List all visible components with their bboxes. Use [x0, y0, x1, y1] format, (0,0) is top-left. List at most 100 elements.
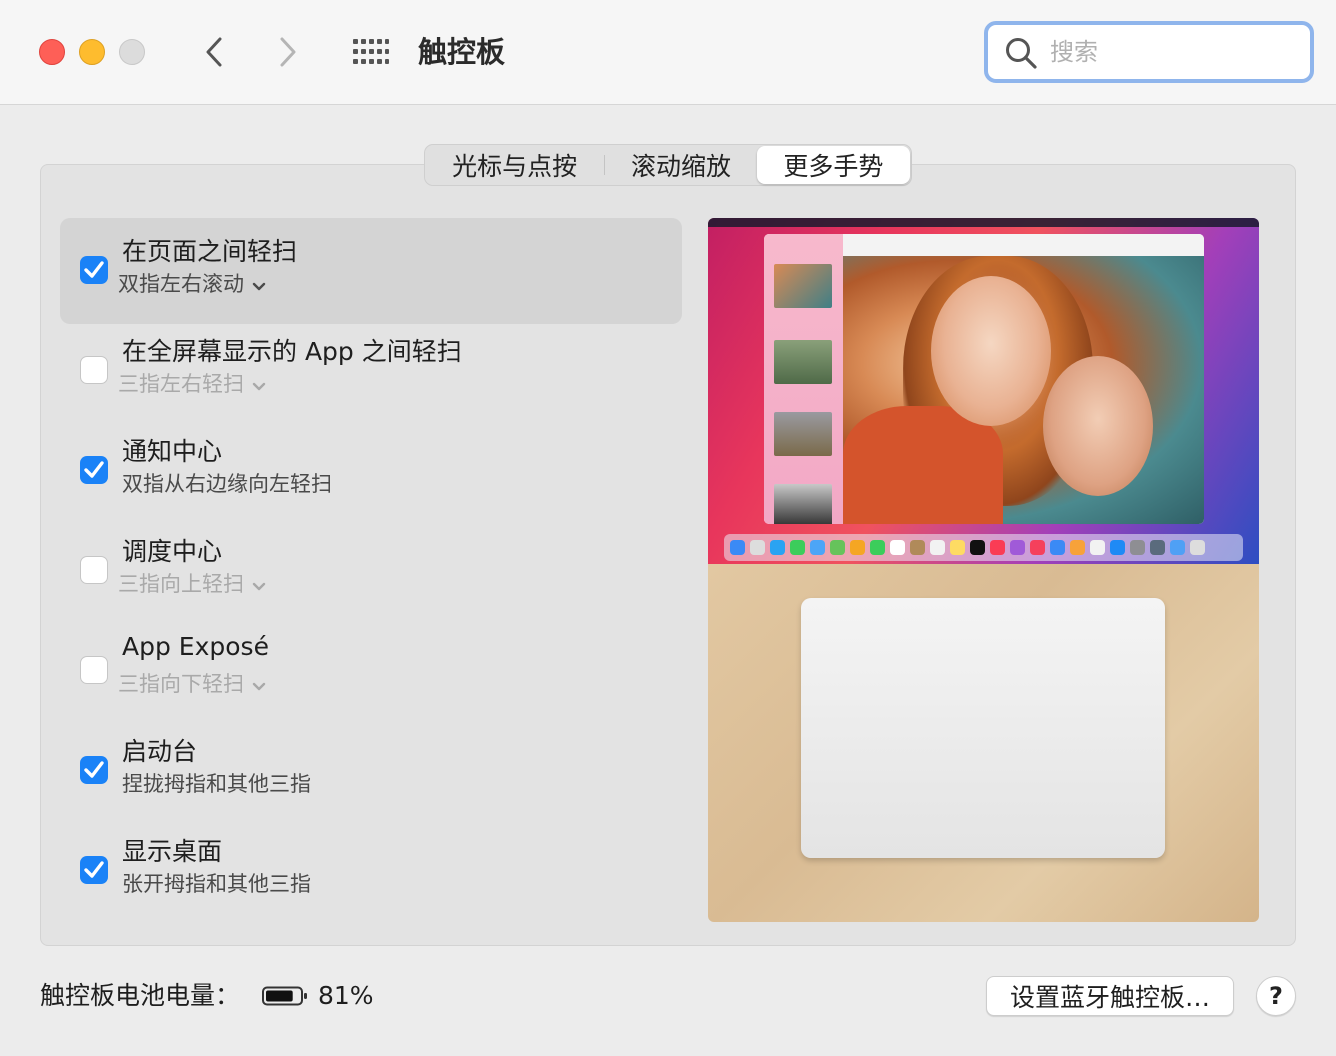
window-title: 触控板 [418, 35, 506, 69]
gesture-menu[interactable]: 三指左右轻扫 [118, 368, 266, 398]
battery-percent: 81% [318, 981, 374, 1010]
preview-thumbnail [774, 264, 832, 308]
gesture-menu[interactable]: 三指向下轻扫 [118, 668, 266, 698]
show-all-button[interactable] [350, 36, 390, 68]
dock-icon [1110, 540, 1125, 555]
tab-scroll-zoom[interactable]: 滚动缩放 [605, 145, 756, 185]
back-arrow-icon [206, 37, 222, 67]
option-title: 在页面之间轻扫 [122, 237, 298, 266]
dock-icon [830, 540, 845, 555]
dock-icon [850, 540, 865, 555]
trackpad-illustration [801, 598, 1165, 858]
tab-point-click[interactable]: 光标与点按 [425, 145, 604, 185]
option-swipe-between-apps[interactable]: 在全屏幕显示的 App 之间轻扫 三指左右轻扫 [60, 318, 682, 424]
preview-photo [843, 256, 1204, 524]
search-icon [1006, 38, 1037, 69]
dock-icon [1090, 540, 1105, 555]
minimize-window-button[interactable] [79, 39, 105, 65]
setup-bluetooth-trackpad-button[interactable]: 设置蓝牙触控板… [986, 976, 1234, 1016]
option-mission-control[interactable]: 调度中心 三指向上轻扫 [60, 518, 682, 624]
battery-label: 触控板电池电量： [40, 981, 241, 1010]
app-expose-checkbox[interactable] [80, 656, 108, 684]
search-field[interactable] [984, 21, 1314, 83]
option-title: 启动台 [122, 737, 198, 766]
dock-icon [770, 540, 785, 555]
dock-icon [1070, 540, 1085, 555]
dock-icon [1010, 540, 1025, 555]
dock-icon [1050, 540, 1065, 555]
swipe-between-apps-checkbox[interactable] [80, 356, 108, 384]
chevron-down-icon [252, 573, 266, 597]
notification-center-checkbox[interactable] [80, 456, 108, 484]
option-title: 调度中心 [122, 537, 223, 566]
dock-icon [750, 540, 765, 555]
gesture-menu-value: 双指左右滚动 [118, 272, 244, 296]
option-swipe-between-pages[interactable]: 在页面之间轻扫 双指左右滚动 [60, 218, 682, 324]
forward-arrow-icon [280, 37, 296, 67]
chevron-down-icon [252, 273, 266, 297]
help-button[interactable]: ? [1256, 976, 1296, 1016]
photo-detail [1043, 356, 1153, 496]
back-button[interactable] [196, 34, 232, 70]
mission-control-checkbox[interactable] [80, 556, 108, 584]
dock-icon [930, 540, 945, 555]
preview-desk [708, 564, 1259, 922]
preview-thumbnail [774, 412, 832, 456]
tab-more-gestures[interactable]: 更多手势 [756, 146, 911, 184]
battery-icon [262, 986, 307, 1006]
gesture-menu[interactable]: 双指左右滚动 [118, 268, 266, 298]
chevron-down-icon [252, 673, 266, 697]
option-launchpad[interactable]: 启动台 捏拢拇指和其他三指 [60, 718, 682, 824]
swipe-between-pages-checkbox[interactable] [80, 256, 108, 284]
option-app-expose[interactable]: App Exposé 三指向下轻扫 [60, 618, 682, 724]
dock-icon [790, 540, 805, 555]
option-description: 张开拇指和其他三指 [122, 872, 311, 896]
preview-thumbnail [774, 340, 832, 384]
option-description: 双指从右边缘向左轻扫 [122, 472, 332, 496]
dock-icon [1150, 540, 1165, 555]
gesture-menu[interactable]: 三指向上轻扫 [118, 568, 266, 598]
chevron-down-icon [252, 373, 266, 397]
preview-toolbar [843, 234, 1204, 257]
preview-sidebar [764, 234, 843, 524]
preview-screen [708, 218, 1259, 564]
dock-icon [950, 540, 965, 555]
system-preferences-window: 触控板 光标与点按 滚动缩放 更多手势 在页面之间轻扫 双指左右滚动 在全屏幕显… [0, 0, 1336, 1056]
tab-bar: 光标与点按 滚动缩放 更多手势 [424, 144, 912, 186]
preview-menu-bar [708, 218, 1259, 227]
title-bar: 触控板 [0, 0, 1336, 105]
dock-icon [1190, 540, 1205, 555]
zoom-window-button[interactable] [119, 39, 145, 65]
option-title: App Exposé [122, 632, 269, 661]
gesture-menu-value: 三指向上轻扫 [118, 572, 244, 596]
dock-icon [810, 540, 825, 555]
search-input[interactable] [1048, 31, 1302, 73]
dock-icon [1170, 540, 1185, 555]
option-title: 在全屏幕显示的 App 之间轻扫 [122, 337, 462, 366]
close-window-button[interactable] [39, 39, 65, 65]
preview-dock [724, 534, 1243, 561]
checkbox-check-icon [84, 761, 104, 778]
preview-thumbnail [774, 484, 832, 524]
option-notification-center[interactable]: 通知中心 双指从右边缘向左轻扫 [60, 418, 682, 524]
option-title: 显示桌面 [122, 837, 223, 866]
launchpad-checkbox[interactable] [80, 756, 108, 784]
option-title: 通知中心 [122, 437, 223, 466]
forward-button[interactable] [270, 34, 306, 70]
option-description: 捏拢拇指和其他三指 [122, 772, 311, 796]
preview-window [764, 234, 1204, 524]
dock-icon [1030, 540, 1045, 555]
dock-icon [990, 540, 1005, 555]
option-show-desktop[interactable]: 显示桌面 张开拇指和其他三指 [60, 818, 682, 924]
show-desktop-checkbox[interactable] [80, 856, 108, 884]
dock-icon [890, 540, 905, 555]
dock-icon [970, 540, 985, 555]
photo-detail [931, 276, 1051, 426]
dock-icon [910, 540, 925, 555]
checkbox-check-icon [84, 261, 104, 278]
gesture-menu-value: 三指左右轻扫 [118, 372, 244, 396]
dock-icon [730, 540, 745, 555]
gesture-menu-value: 三指向下轻扫 [118, 672, 244, 696]
grid-icon [353, 39, 389, 64]
dock-icon [870, 540, 885, 555]
